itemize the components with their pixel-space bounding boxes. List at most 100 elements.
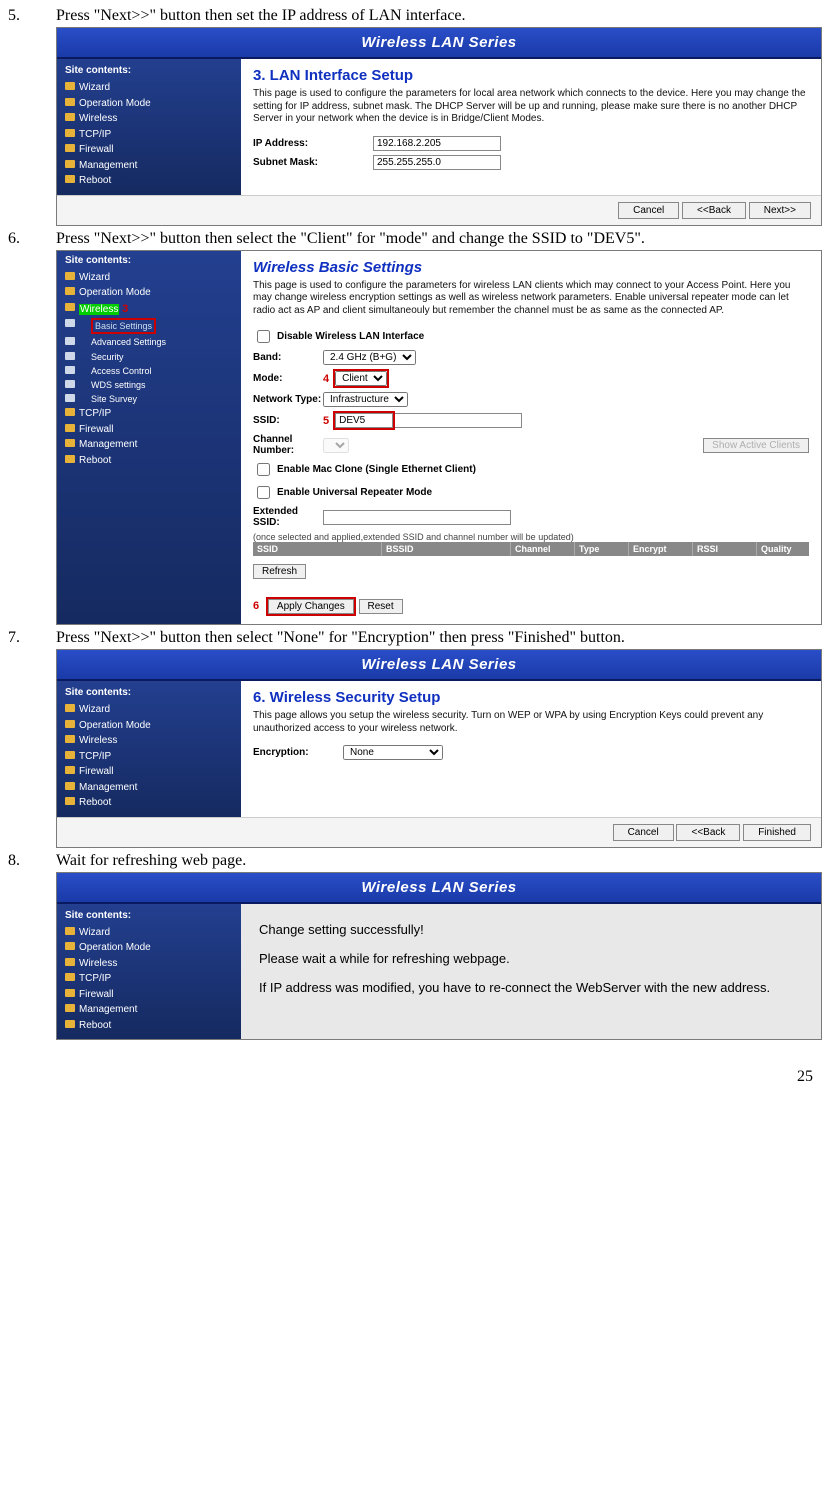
screenshot-wireless-basic: Site contents: Wizard Operation Mode Wir… xyxy=(56,250,822,626)
channel-label: Channel Number: xyxy=(253,434,323,456)
ssid-input-ext[interactable] xyxy=(395,413,522,428)
sidebar-item-wizard[interactable]: Wizard xyxy=(65,270,233,286)
mode-label: Mode: xyxy=(253,373,323,384)
sidebar-item-reboot[interactable]: Reboot xyxy=(65,1018,233,1034)
step-number: 8. xyxy=(8,852,56,870)
sidebar-item-wds-settings[interactable]: WDS settings xyxy=(65,378,233,392)
screenshot-security-setup: Wireless LAN Series Site contents: Wizar… xyxy=(56,649,822,848)
sidebar-item-management[interactable]: Management xyxy=(65,780,233,796)
sidebar: Site contents: Wizard Operation Mode Wir… xyxy=(57,681,241,817)
wizard-button-row: Cancel <<Back Next>> xyxy=(57,195,821,225)
sidebar-item-reboot[interactable]: Reboot xyxy=(65,795,233,811)
main-panel: 3. LAN Interface Setup This page is used… xyxy=(241,59,821,195)
step-8: 8. Wait for refreshing web page. xyxy=(8,852,831,870)
extended-ssid-label: Extended SSID: xyxy=(253,506,323,528)
back-button[interactable]: <<Back xyxy=(682,202,746,219)
sidebar-item-tcpip[interactable]: TCP/IP xyxy=(65,971,233,987)
sidebar-item-basic-settings[interactable]: Basic Settings xyxy=(65,317,233,335)
wizard-button-row: Cancel <<Back Finished xyxy=(57,817,821,847)
sidebar-item-access-control[interactable]: Access Control xyxy=(65,364,233,378)
sidebar-item-firewall[interactable]: Firewall xyxy=(65,764,233,780)
sidebar-item-security[interactable]: Security xyxy=(65,350,233,364)
sidebar-item-wireless[interactable]: Wireless xyxy=(65,111,233,127)
encryption-label: Encryption: xyxy=(253,747,343,758)
mode-select[interactable]: Client xyxy=(335,371,387,386)
scan-table-header: SSID BSSID Channel Type Encrypt RSSI Qua… xyxy=(253,542,809,556)
apply-changes-button[interactable]: Apply Changes xyxy=(268,599,354,614)
sidebar-item-wireless[interactable]: Wireless 3 xyxy=(65,301,233,318)
sidebar-item-tcpip[interactable]: TCP/IP xyxy=(65,406,233,422)
back-button[interactable]: <<Back xyxy=(676,824,740,841)
ssid-label: SSID: xyxy=(253,415,323,426)
main-panel: Wireless Basic Settings This page is use… xyxy=(241,251,821,625)
page-title: Wireless Basic Settings xyxy=(253,259,809,276)
sidebar-item-management[interactable]: Management xyxy=(65,158,233,174)
sidebar-item-tcpip[interactable]: TCP/IP xyxy=(65,127,233,143)
next-button[interactable]: Next>> xyxy=(749,202,811,219)
extended-ssid-input[interactable] xyxy=(323,510,511,525)
sidebar-item-tcpip[interactable]: TCP/IP xyxy=(65,749,233,765)
sidebar-item-wireless[interactable]: Wireless xyxy=(65,733,233,749)
wizard-banner: Wireless LAN Series xyxy=(57,28,821,59)
sidebar-item-management[interactable]: Management xyxy=(65,1002,233,1018)
ip-address-input[interactable] xyxy=(373,136,501,151)
page-desc: This page is used to configure the param… xyxy=(253,88,809,126)
sidebar-item-opmode[interactable]: Operation Mode xyxy=(65,285,233,301)
sidebar: Site contents: Wizard Operation Mode Wir… xyxy=(57,59,241,195)
sidebar-item-reboot[interactable]: Reboot xyxy=(65,453,233,469)
subnet-mask-input[interactable] xyxy=(373,155,501,170)
step-7: 7. Press "Next>>" button then select "No… xyxy=(8,629,831,647)
disable-wlan-checkbox[interactable] xyxy=(257,330,270,343)
reconnect-message: If IP address was modified, you have to … xyxy=(259,980,803,995)
sidebar-item-wizard[interactable]: Wizard xyxy=(65,925,233,941)
ssid-input[interactable] xyxy=(335,413,393,428)
sidebar-item-wireless[interactable]: Wireless xyxy=(65,956,233,972)
sidebar-item-opmode[interactable]: Operation Mode xyxy=(65,718,233,734)
network-type-label: Network Type: xyxy=(253,394,323,405)
cancel-button[interactable]: Cancel xyxy=(613,824,674,841)
sidebar-item-management[interactable]: Management xyxy=(65,437,233,453)
success-message: Change setting successfully! xyxy=(259,922,803,937)
sidebar-item-site-survey[interactable]: Site Survey xyxy=(65,392,233,406)
mac-clone-checkbox[interactable] xyxy=(257,463,270,476)
step-text: Press "Next>>" button then set the IP ad… xyxy=(56,7,831,25)
step-number: 7. xyxy=(8,629,56,647)
finished-button[interactable]: Finished xyxy=(743,824,811,841)
cancel-button[interactable]: Cancel xyxy=(618,202,679,219)
reset-button[interactable]: Reset xyxy=(359,599,403,614)
band-label: Band: xyxy=(253,352,323,363)
sidebar-title: Site contents: xyxy=(65,910,233,921)
wizard-banner: Wireless LAN Series xyxy=(57,873,821,904)
sidebar-item-opmode[interactable]: Operation Mode xyxy=(65,96,233,112)
sidebar-item-firewall[interactable]: Firewall xyxy=(65,987,233,1003)
sidebar-item-advanced-settings[interactable]: Advanced Settings xyxy=(65,335,233,349)
mac-clone-label: Enable Mac Clone (Single Ethernet Client… xyxy=(277,464,476,475)
sidebar-item-firewall[interactable]: Firewall xyxy=(65,422,233,438)
band-select[interactable]: 2.4 GHz (B+G) xyxy=(323,350,416,365)
network-type-select[interactable]: Infrastructure xyxy=(323,392,408,407)
universal-repeater-checkbox[interactable] xyxy=(257,486,270,499)
sidebar-title: Site contents: xyxy=(65,687,233,698)
anno-4: 4 xyxy=(323,373,329,385)
sidebar-item-wizard[interactable]: Wizard xyxy=(65,80,233,96)
sidebar-item-wizard[interactable]: Wizard xyxy=(65,702,233,718)
encryption-select[interactable]: None xyxy=(343,745,443,760)
anno-3: 3 xyxy=(122,303,128,315)
ext-ssid-note: (once selected and applied,extended SSID… xyxy=(253,532,809,542)
step-text: Press "Next>>" button then select the "C… xyxy=(56,230,831,248)
universal-repeater-label: Enable Universal Repeater Mode xyxy=(277,487,432,498)
step-5: 5. Press "Next>>" button then set the IP… xyxy=(8,7,831,25)
sidebar-item-reboot[interactable]: Reboot xyxy=(65,173,233,189)
refresh-button[interactable]: Refresh xyxy=(253,564,306,579)
show-active-clients-button: Show Active Clients xyxy=(703,438,809,453)
step-text: Wait for refreshing web page. xyxy=(56,852,831,870)
sidebar-item-opmode[interactable]: Operation Mode xyxy=(65,940,233,956)
step-text: Press "Next>>" button then select "None"… xyxy=(56,629,831,647)
subnet-mask-label: Subnet Mask: xyxy=(253,157,373,168)
disable-wlan-label: Disable Wireless LAN Interface xyxy=(277,331,424,342)
sidebar-item-firewall[interactable]: Firewall xyxy=(65,142,233,158)
wizard-banner: Wireless LAN Series xyxy=(57,650,821,681)
page-number: 25 xyxy=(8,1068,831,1086)
sidebar-title: Site contents: xyxy=(65,65,233,76)
anno-6: 6 xyxy=(253,600,259,612)
